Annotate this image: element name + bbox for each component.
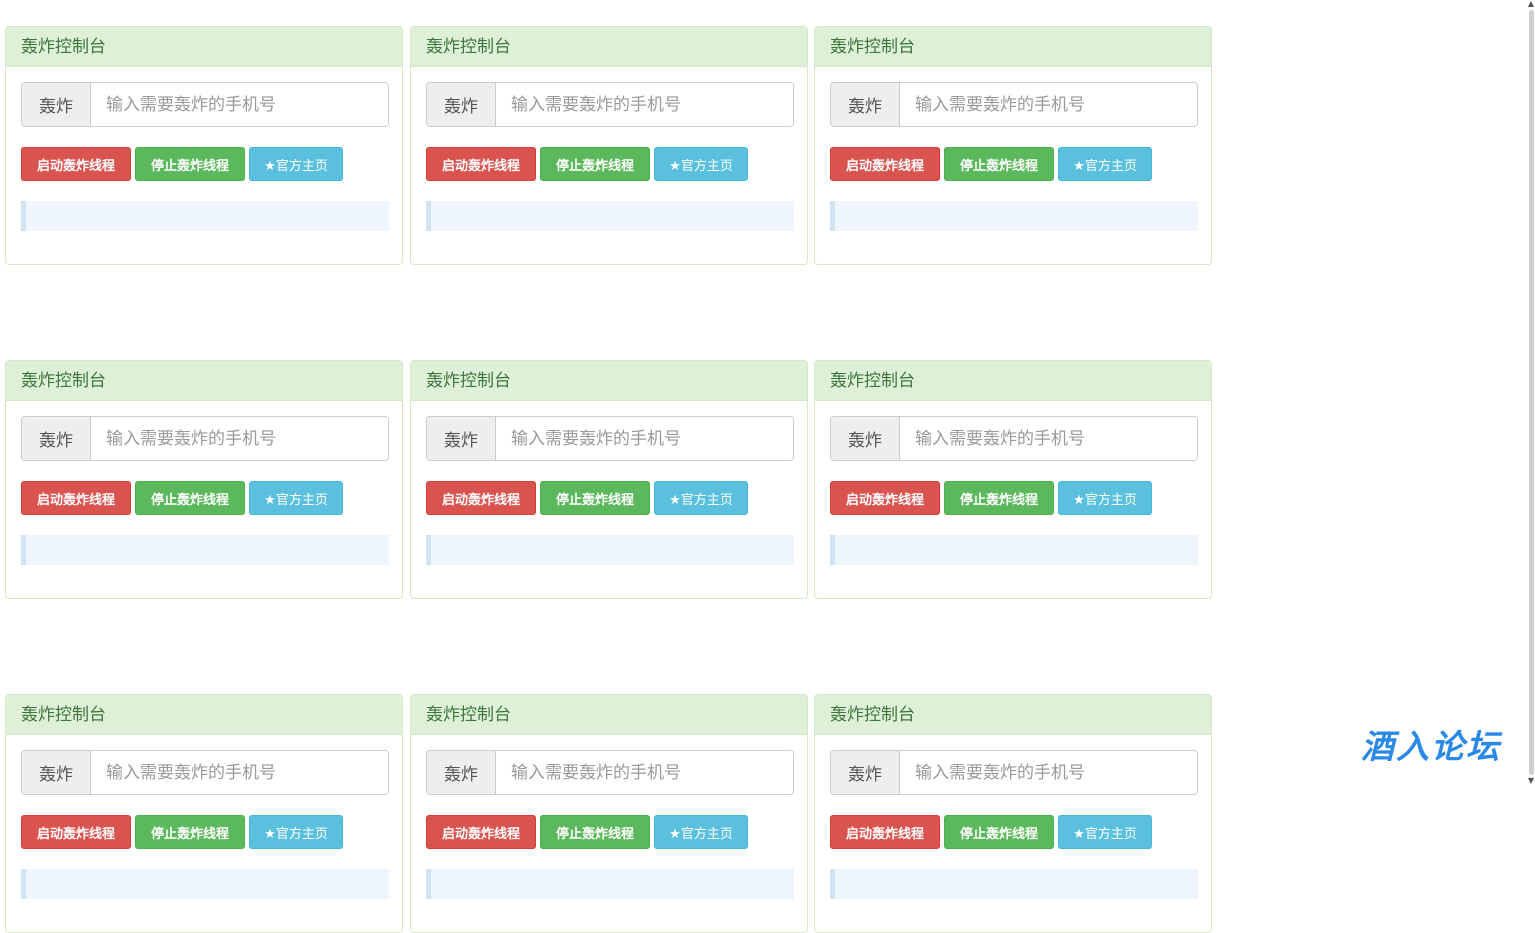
panel-heading: 轰炸控制台	[411, 27, 807, 67]
console-panel: 轰炸控制台 轰炸 启动轰炸线程 停止轰炸线程 ★官方主页	[410, 26, 808, 265]
phone-input[interactable]	[900, 417, 1197, 460]
console-panel: 轰炸控制台 轰炸 启动轰炸线程 停止轰炸线程 ★官方主页	[5, 360, 403, 599]
console-panel: 轰炸控制台 轰炸 启动轰炸线程 停止轰炸线程 ★官方主页	[814, 26, 1212, 265]
scroll-up-arrow-icon[interactable]: ▲	[1527, 0, 1535, 8]
stop-thread-button[interactable]: 停止轰炸线程	[540, 147, 650, 181]
input-addon-label: 轰炸	[22, 751, 91, 794]
official-homepage-button[interactable]: ★官方主页	[654, 147, 748, 181]
button-row: 启动轰炸线程 停止轰炸线程 ★官方主页	[21, 481, 343, 515]
log-output	[830, 535, 1198, 565]
official-homepage-button[interactable]: ★官方主页	[654, 481, 748, 515]
phone-input[interactable]	[91, 417, 388, 460]
input-addon-label: 轰炸	[22, 417, 91, 460]
start-thread-button[interactable]: 启动轰炸线程	[830, 147, 940, 181]
button-row: 启动轰炸线程 停止轰炸线程 ★官方主页	[21, 147, 343, 181]
official-homepage-button[interactable]: ★官方主页	[249, 815, 343, 849]
official-homepage-button[interactable]: ★官方主页	[1058, 147, 1152, 181]
official-homepage-button[interactable]: ★官方主页	[654, 815, 748, 849]
button-row: 启动轰炸线程 停止轰炸线程 ★官方主页	[830, 815, 1152, 849]
input-addon-label: 轰炸	[831, 417, 900, 460]
phone-input-group: 轰炸	[21, 750, 389, 795]
phone-input-group: 轰炸	[21, 416, 389, 461]
start-thread-button[interactable]: 启动轰炸线程	[830, 815, 940, 849]
panel-heading: 轰炸控制台	[815, 361, 1211, 401]
stop-thread-button[interactable]: 停止轰炸线程	[135, 147, 245, 181]
phone-input[interactable]	[900, 751, 1197, 794]
phone-input[interactable]	[900, 83, 1197, 126]
stop-thread-button[interactable]: 停止轰炸线程	[944, 815, 1054, 849]
panel-heading: 轰炸控制台	[6, 695, 402, 735]
phone-input[interactable]	[496, 751, 793, 794]
input-addon-label: 轰炸	[831, 83, 900, 126]
start-thread-button[interactable]: 启动轰炸线程	[21, 815, 131, 849]
official-homepage-button[interactable]: ★官方主页	[1058, 481, 1152, 515]
phone-input-group: 轰炸	[426, 82, 794, 127]
stop-thread-button[interactable]: 停止轰炸线程	[944, 481, 1054, 515]
log-output	[21, 535, 389, 565]
stop-thread-button[interactable]: 停止轰炸线程	[135, 481, 245, 515]
watermark-logo: 酒入论坛	[1361, 727, 1501, 766]
panel-heading: 轰炸控制台	[6, 27, 402, 67]
console-panel: 轰炸控制台 轰炸 启动轰炸线程 停止轰炸线程 ★官方主页	[814, 360, 1212, 599]
button-row: 启动轰炸线程 停止轰炸线程 ★官方主页	[830, 147, 1152, 181]
input-addon-label: 轰炸	[831, 751, 900, 794]
input-addon-label: 轰炸	[427, 83, 496, 126]
panel-heading: 轰炸控制台	[815, 695, 1211, 735]
panel-heading: 轰炸控制台	[815, 27, 1211, 67]
log-output	[21, 201, 389, 231]
official-homepage-button[interactable]: ★官方主页	[1058, 815, 1152, 849]
phone-input-group: 轰炸	[830, 750, 1198, 795]
button-row: 启动轰炸线程 停止轰炸线程 ★官方主页	[426, 815, 748, 849]
log-output	[21, 869, 389, 899]
panel-heading: 轰炸控制台	[411, 361, 807, 401]
start-thread-button[interactable]: 启动轰炸线程	[426, 481, 536, 515]
input-addon-label: 轰炸	[22, 83, 91, 126]
phone-input-group: 轰炸	[21, 82, 389, 127]
phone-input-group: 轰炸	[830, 416, 1198, 461]
official-homepage-button[interactable]: ★官方主页	[249, 147, 343, 181]
scroll-thumb[interactable]	[1529, 10, 1534, 775]
vertical-scrollbar[interactable]: ▲ ▼	[1527, 0, 1535, 785]
stop-thread-button[interactable]: 停止轰炸线程	[944, 147, 1054, 181]
log-output	[426, 201, 794, 231]
log-output	[426, 869, 794, 899]
panel-grid: 轰炸控制台 轰炸 启动轰炸线程 停止轰炸线程 ★官方主页 轰炸控制台 轰炸 启动…	[0, 0, 1535, 933]
start-thread-button[interactable]: 启动轰炸线程	[426, 147, 536, 181]
button-row: 启动轰炸线程 停止轰炸线程 ★官方主页	[426, 481, 748, 515]
stop-thread-button[interactable]: 停止轰炸线程	[540, 481, 650, 515]
console-panel: 轰炸控制台 轰炸 启动轰炸线程 停止轰炸线程 ★官方主页	[814, 694, 1212, 933]
phone-input-group: 轰炸	[426, 416, 794, 461]
start-thread-button[interactable]: 启动轰炸线程	[21, 481, 131, 515]
stop-thread-button[interactable]: 停止轰炸线程	[540, 815, 650, 849]
console-panel: 轰炸控制台 轰炸 启动轰炸线程 停止轰炸线程 ★官方主页	[5, 26, 403, 265]
official-homepage-button[interactable]: ★官方主页	[249, 481, 343, 515]
phone-input[interactable]	[91, 83, 388, 126]
phone-input[interactable]	[91, 751, 388, 794]
button-row: 启动轰炸线程 停止轰炸线程 ★官方主页	[21, 815, 343, 849]
start-thread-button[interactable]: 启动轰炸线程	[426, 815, 536, 849]
start-thread-button[interactable]: 启动轰炸线程	[830, 481, 940, 515]
phone-input-group: 轰炸	[830, 82, 1198, 127]
panel-heading: 轰炸控制台	[6, 361, 402, 401]
input-addon-label: 轰炸	[427, 751, 496, 794]
console-panel: 轰炸控制台 轰炸 启动轰炸线程 停止轰炸线程 ★官方主页	[5, 694, 403, 933]
button-row: 启动轰炸线程 停止轰炸线程 ★官方主页	[426, 147, 748, 181]
phone-input-group: 轰炸	[426, 750, 794, 795]
log-output	[426, 535, 794, 565]
panel-heading: 轰炸控制台	[411, 695, 807, 735]
log-output	[830, 869, 1198, 899]
console-panel: 轰炸控制台 轰炸 启动轰炸线程 停止轰炸线程 ★官方主页	[410, 360, 808, 599]
scroll-down-arrow-icon[interactable]: ▼	[1527, 777, 1535, 785]
phone-input[interactable]	[496, 417, 793, 460]
button-row: 启动轰炸线程 停止轰炸线程 ★官方主页	[830, 481, 1152, 515]
phone-input[interactable]	[496, 83, 793, 126]
input-addon-label: 轰炸	[427, 417, 496, 460]
console-panel: 轰炸控制台 轰炸 启动轰炸线程 停止轰炸线程 ★官方主页	[410, 694, 808, 933]
log-output	[830, 201, 1198, 231]
start-thread-button[interactable]: 启动轰炸线程	[21, 147, 131, 181]
stop-thread-button[interactable]: 停止轰炸线程	[135, 815, 245, 849]
